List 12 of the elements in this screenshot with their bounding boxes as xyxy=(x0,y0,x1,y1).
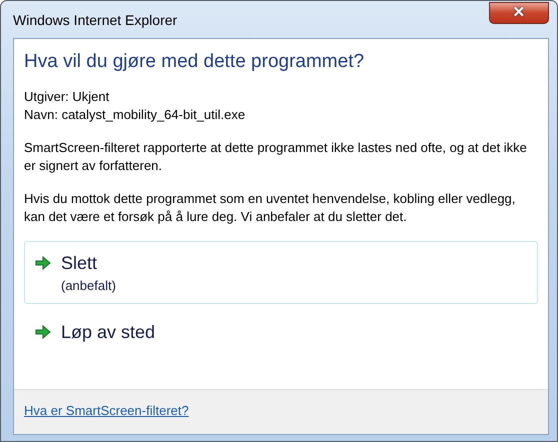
window-title: Windows Internet Explorer xyxy=(13,11,178,30)
option-button[interactable]: Slett (anbefalt) xyxy=(24,240,538,304)
message-text: Hvis du mottok dette programmet som en uventet henvendelse, kobling eller vedlegg, kan det være et forsøk på å lure deg. Vi anbefaler at du sletter det. xyxy=(24,190,516,226)
arrow-icon xyxy=(35,324,51,340)
detail-text: Navn: catalyst_mobility_64-bit_util.exe xyxy=(24,106,246,124)
help-link[interactable]: Hva er SmartScreen-filteret? xyxy=(24,403,189,418)
dialog-heading: Hva vil du gjøre med dette programmet? xyxy=(24,51,366,74)
message-text: SmartScreen-filteret rapporterte at dette programmet ikke lastes ned ofte, og at det ikke er signert av forfatteren. xyxy=(24,138,528,175)
option-button[interactable]: Løp av sted xyxy=(24,310,538,352)
close-button[interactable]: ✕ xyxy=(489,2,549,24)
arrow-icon xyxy=(35,254,51,271)
detail-text: Utgiver: Ukjent xyxy=(24,88,110,106)
